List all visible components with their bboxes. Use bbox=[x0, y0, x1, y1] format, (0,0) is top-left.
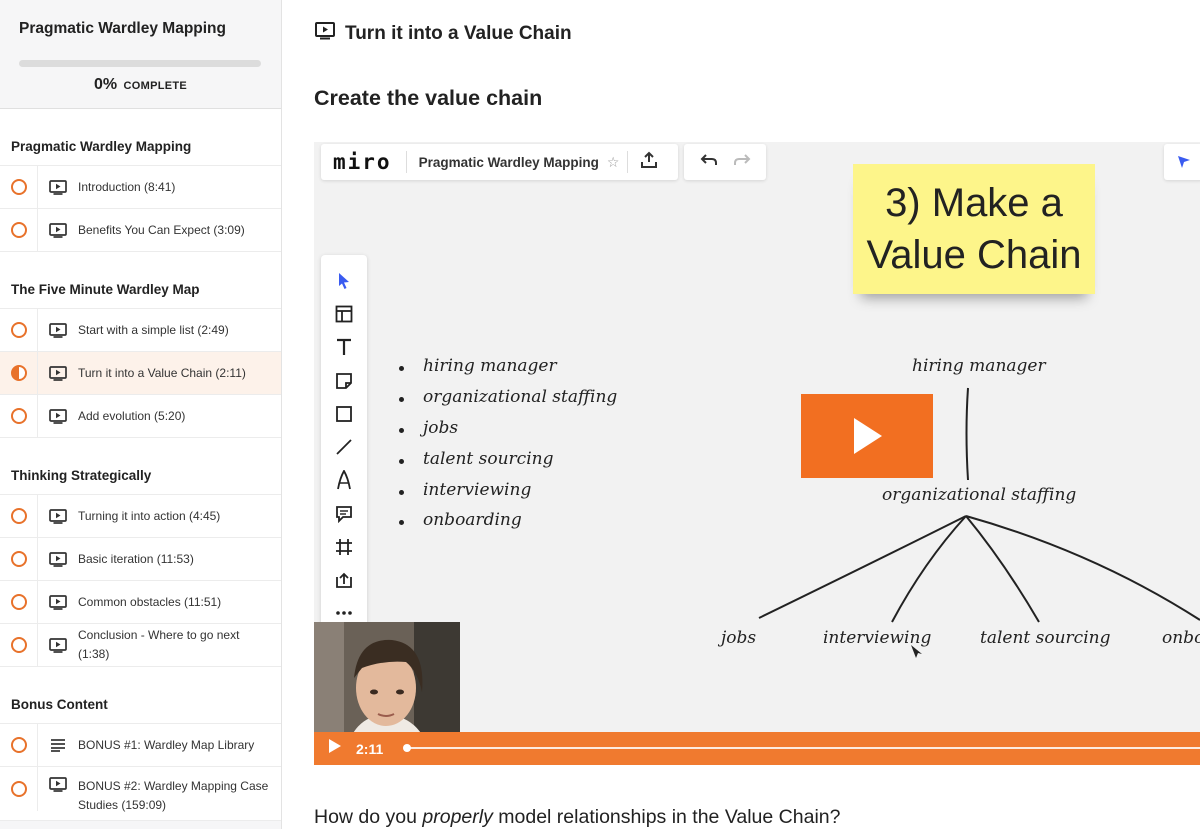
lecture-title-link[interactable]: Introduction (8:41) bbox=[78, 178, 183, 197]
chain-leaf: jobs bbox=[721, 628, 757, 648]
chain-leaf: talent sourcing bbox=[980, 628, 1111, 648]
question-text: How do you bbox=[314, 806, 423, 828]
not-started-icon[interactable] bbox=[10, 594, 27, 610]
section-title: Thinking Strategically bbox=[0, 438, 281, 495]
video-player[interactable]: miro Pragmatic Wardley Mapping ☆ 3) Make… bbox=[314, 142, 1200, 765]
in-progress-icon[interactable] bbox=[10, 365, 27, 381]
not-started-icon[interactable] bbox=[10, 222, 27, 238]
play-pause-icon[interactable] bbox=[328, 738, 342, 759]
video-icon bbox=[38, 179, 78, 195]
lecture-title-link[interactable]: Benefits You Can Expect (3:09) bbox=[78, 221, 253, 240]
lecture-item[interactable]: Turn it into a Value Chain (2:11) bbox=[0, 352, 281, 395]
section-title: The Five Minute Wardley Map bbox=[0, 252, 281, 309]
lecture-header: Turn it into a Value Chain bbox=[315, 22, 572, 45]
lecture-title-link[interactable]: Common obstacles (11:51) bbox=[78, 593, 229, 612]
lecture-question: How do you properly model relationships … bbox=[314, 806, 840, 829]
section-heading: Create the value chain bbox=[314, 86, 543, 110]
course-title[interactable]: Pragmatic Wardley Mapping bbox=[19, 20, 262, 38]
lecture-status bbox=[0, 352, 38, 394]
question-text: model relationships in the Value Chain? bbox=[492, 806, 841, 828]
lecture-item[interactable]: Start with a simple list (2:49) bbox=[0, 309, 281, 352]
course-sidebar: Pragmatic Wardley Mapping 0% COMPLETE Pr… bbox=[0, 0, 282, 829]
lecture-item[interactable]: BONUS #1: Wardley Map Library bbox=[0, 724, 281, 767]
text-icon bbox=[38, 738, 78, 752]
not-started-icon[interactable] bbox=[10, 322, 27, 338]
lecture-item[interactable]: BONUS #2: Wardley Mapping Case Studies (… bbox=[0, 767, 281, 821]
lecture-status bbox=[0, 209, 38, 251]
lecture-item[interactable]: Add evolution (5:20) bbox=[0, 395, 281, 438]
chain-leaf: onbo bbox=[1162, 628, 1200, 648]
chain-node-mid: organizational staffing bbox=[882, 485, 1077, 505]
chain-leaf: interviewing bbox=[823, 628, 932, 648]
lecture-main: Turn it into a Value Chain Create the va… bbox=[282, 0, 1200, 829]
video-icon bbox=[38, 637, 78, 653]
lecture-item[interactable]: Basic iteration (11:53) bbox=[0, 538, 281, 581]
lecture-title: Turn it into a Value Chain bbox=[345, 22, 572, 44]
not-started-icon[interactable] bbox=[10, 408, 27, 424]
lecture-title-link[interactable]: BONUS #2: Wardley Mapping Case Studies (… bbox=[48, 777, 281, 815]
lecture-status bbox=[0, 624, 38, 666]
not-started-icon[interactable] bbox=[10, 551, 27, 567]
lecture-status bbox=[0, 495, 38, 537]
video-time: 2:11 bbox=[356, 740, 384, 757]
lecture-item[interactable]: Turning it into action (4:45) bbox=[0, 495, 281, 538]
course-header: Pragmatic Wardley Mapping 0% COMPLETE bbox=[0, 0, 281, 109]
not-started-icon[interactable] bbox=[10, 179, 27, 195]
section-title: Bonus Content bbox=[0, 667, 281, 724]
video-icon bbox=[38, 508, 78, 524]
not-started-icon[interactable] bbox=[10, 737, 27, 753]
video-icon bbox=[38, 222, 78, 238]
seek-handle[interactable] bbox=[403, 744, 411, 752]
lecture-item[interactable]: Benefits You Can Expect (3:09) bbox=[0, 209, 281, 252]
lecture-status bbox=[0, 724, 38, 766]
chain-node-top: hiring manager bbox=[912, 356, 1046, 376]
lecture-title-link[interactable]: Add evolution (5:20) bbox=[78, 407, 193, 426]
lecture-item[interactable]: Conclusion - Where to go next (1:38) bbox=[0, 624, 281, 667]
seek-bar[interactable] bbox=[406, 747, 1200, 749]
lecture-title-link[interactable]: Start with a simple list (2:49) bbox=[78, 321, 237, 340]
lecture-title-link[interactable]: Basic iteration (11:53) bbox=[78, 550, 202, 569]
lecture-status bbox=[0, 395, 38, 437]
lecture-title-link[interactable]: Turning it into action (4:45) bbox=[78, 507, 228, 526]
video-controls: 2:11 bbox=[314, 732, 1200, 765]
not-started-icon[interactable] bbox=[10, 781, 27, 797]
progress-percent: 0% bbox=[93, 76, 118, 93]
lecture-status bbox=[0, 767, 38, 811]
video-lecture-icon bbox=[315, 22, 335, 45]
curriculum: Pragmatic Wardley Mapping Introduction (8… bbox=[0, 109, 281, 821]
video-icon bbox=[38, 551, 78, 567]
progress-label: 0% COMPLETE bbox=[19, 76, 262, 94]
not-started-icon[interactable] bbox=[10, 637, 27, 653]
lecture-status bbox=[0, 581, 38, 623]
play-icon bbox=[854, 418, 882, 454]
lecture-item[interactable]: Common obstacles (11:51) bbox=[0, 581, 281, 624]
lecture-status bbox=[0, 166, 38, 208]
lecture-item[interactable]: Introduction (8:41) bbox=[0, 166, 281, 209]
video-icon bbox=[38, 365, 78, 381]
progress-bar bbox=[19, 60, 261, 67]
big-play-button[interactable] bbox=[801, 394, 933, 478]
lecture-title-link[interactable]: BONUS #1: Wardley Map Library bbox=[78, 736, 262, 755]
not-started-icon[interactable] bbox=[10, 508, 27, 524]
video-icon bbox=[38, 594, 78, 610]
section-title: Pragmatic Wardley Mapping bbox=[0, 109, 281, 166]
question-emphasis: properly bbox=[422, 806, 493, 828]
progress-word: COMPLETE bbox=[123, 80, 188, 92]
lecture-title-link[interactable]: Turn it into a Value Chain (2:11) bbox=[78, 364, 254, 383]
lecture-title-link[interactable]: Conclusion - Where to go next (1:38) bbox=[78, 626, 281, 664]
video-icon bbox=[38, 408, 78, 424]
video-icon bbox=[38, 322, 78, 338]
lecture-status bbox=[0, 309, 38, 351]
lecture-status bbox=[0, 538, 38, 580]
